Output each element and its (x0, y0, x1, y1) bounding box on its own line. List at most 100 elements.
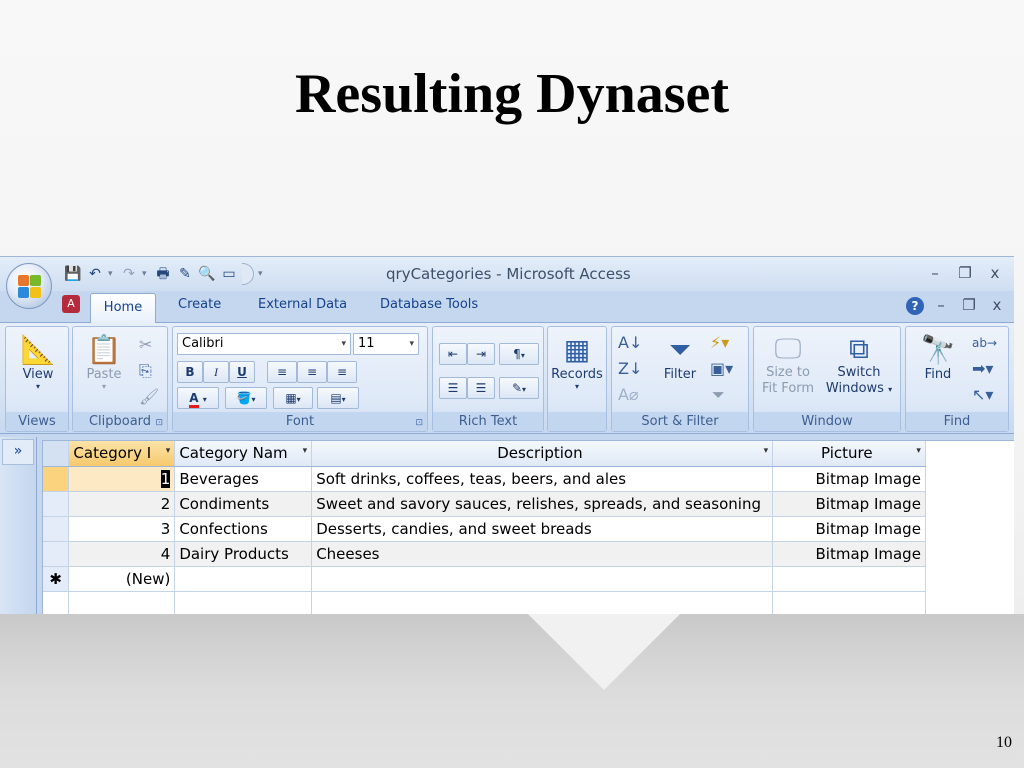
column-dropdown-icon[interactable]: ▾ (303, 446, 308, 456)
column-dropdown-icon[interactable]: ▾ (166, 446, 171, 456)
table-row[interactable]: 3 Confections Desserts, candies, and swe… (43, 516, 1014, 542)
cell-category-id[interactable]: 1 (68, 466, 176, 492)
fill-color-button[interactable]: 🪣▾ (225, 387, 267, 409)
restore-button[interactable]: ❐ (954, 263, 976, 283)
record-selector[interactable] (43, 491, 70, 517)
clipboard-launcher-icon[interactable]: ⊡ (155, 418, 163, 428)
font-color-button[interactable]: A ▾ (177, 387, 219, 409)
go-to-icon[interactable]: ➡▾ (972, 359, 993, 379)
doc-close-button[interactable]: x (986, 295, 1008, 315)
doc-minimize-button[interactable]: – (930, 295, 952, 315)
select-all-cell[interactable] (43, 441, 70, 467)
cell-picture[interactable]: Bitmap Image (772, 541, 926, 567)
cell-picture[interactable]: Bitmap Image (772, 516, 926, 542)
record-selector[interactable] (43, 466, 70, 492)
tab-database-tools[interactable]: Database Tools (380, 297, 478, 312)
sort-ascending-icon[interactable]: A↓ (618, 333, 642, 353)
column-dropdown-icon[interactable]: ▾ (764, 446, 769, 456)
table-row[interactable]: 2 Condiments Sweet and savory sauces, re… (43, 491, 1014, 517)
column-header-category-name[interactable]: Category Nam ▾ (174, 441, 313, 467)
cell-new-id[interactable]: (New) (68, 566, 176, 592)
increase-indent-button[interactable]: ⇥ (467, 343, 495, 365)
tab-home[interactable]: Home (90, 293, 156, 323)
cell-description[interactable]: Sweet and savory sauces, relishes, sprea… (311, 491, 774, 517)
sort-descending-icon[interactable]: Z↓ (618, 359, 642, 379)
cell-new-name[interactable] (174, 566, 313, 592)
find-button[interactable]: 🔭 Find (910, 333, 966, 382)
align-right-button[interactable]: ≡ (327, 361, 357, 383)
cell-category-id[interactable]: 4 (68, 541, 176, 567)
undo-icon[interactable]: ↶ (86, 265, 104, 283)
cell-new-picture[interactable] (772, 566, 926, 592)
new-icon[interactable]: ▭ (220, 265, 238, 283)
copy-icon[interactable]: ⎘ (139, 361, 152, 381)
highlight-button[interactable]: ✎▾ (499, 377, 539, 399)
toggle-filter-icon[interactable]: ⏷ (712, 385, 725, 405)
save-icon[interactable]: 💾 (64, 265, 82, 283)
advanced-filter-icon[interactable]: ▣▾ (710, 359, 733, 379)
cell-picture[interactable]: Bitmap Image (772, 466, 926, 492)
italic-button[interactable]: I (203, 361, 229, 383)
undo-dropdown-icon[interactable]: ▾ (108, 269, 116, 279)
record-selector[interactable] (43, 516, 70, 542)
record-selector[interactable] (43, 541, 70, 567)
clear-sort-icon[interactable]: A⌀ (618, 385, 639, 405)
cell-category-name[interactable]: Confections (174, 516, 313, 542)
selection-filter-icon[interactable]: ⚡▾ (710, 333, 729, 353)
filter-button[interactable]: ⏷ Filter (656, 333, 704, 382)
cell-description[interactable]: Soft drinks, coffees, teas, beers, and a… (311, 466, 774, 492)
column-dropdown-icon[interactable]: ▾ (916, 446, 921, 456)
expand-navigation-pane-button[interactable]: » (2, 439, 34, 465)
font-size-combo[interactable]: 11 ▾ (353, 333, 419, 355)
close-button[interactable]: x (984, 263, 1006, 283)
cell-category-id[interactable]: 2 (68, 491, 176, 517)
font-launcher-icon[interactable]: ⊡ (415, 418, 423, 428)
redo-dropdown-icon[interactable]: ▾ (142, 269, 150, 279)
column-header-picture[interactable]: Picture ▾ (772, 441, 926, 467)
cut-icon[interactable]: ✂ (139, 335, 152, 355)
view-button[interactable]: 📐 View ▾ (10, 333, 66, 391)
office-button[interactable] (6, 263, 52, 309)
numbering-button[interactable]: ☰ (439, 377, 467, 399)
cell-category-name[interactable]: Beverages (174, 466, 313, 492)
cell-description[interactable]: Desserts, candies, and sweet breads (311, 516, 774, 542)
switch-windows-button[interactable]: ⧉ Switch Windows ▾ (820, 333, 898, 398)
table-row[interactable]: 4 Dairy Products Cheeses Bitmap Image (43, 541, 1014, 567)
replace-icon[interactable]: ab→ (972, 333, 997, 353)
records-button[interactable]: ▦ Records ▾ (550, 333, 604, 391)
column-header-description[interactable]: Description ▾ (311, 441, 774, 467)
minimize-button[interactable]: – (924, 263, 946, 283)
tab-create[interactable]: Create (178, 297, 221, 312)
new-record-row[interactable]: ✱ (New) (43, 566, 1014, 592)
bullets-button[interactable]: ☰ (467, 377, 495, 399)
tab-external-data[interactable]: External Data (258, 297, 347, 312)
cell-new-description[interactable] (311, 566, 774, 592)
cell-category-id[interactable]: 3 (68, 516, 176, 542)
cell-category-name[interactable]: Condiments (174, 491, 313, 517)
align-left-button[interactable]: ≡ (267, 361, 297, 383)
underline-button[interactable]: U (229, 361, 255, 383)
alternate-fill-button[interactable]: ▤▾ (317, 387, 359, 409)
align-center-button[interactable]: ≡ (297, 361, 327, 383)
bold-button[interactable]: B (177, 361, 203, 383)
gridlines-button[interactable]: ▦▾ (273, 387, 313, 409)
decrease-indent-button[interactable]: ⇤ (439, 343, 467, 365)
cell-picture[interactable]: Bitmap Image (772, 491, 926, 517)
paragraph-direction-button[interactable]: ¶▾ (499, 343, 539, 365)
help-icon[interactable]: ? (906, 297, 924, 315)
customize-qat-icon[interactable]: ▾ (258, 269, 266, 279)
paste-button[interactable]: 📋 Paste ▾ (79, 333, 129, 391)
column-header-category-id[interactable]: Category I ▾ (68, 441, 176, 467)
cell-description[interactable]: Cheeses (311, 541, 774, 567)
doc-restore-button[interactable]: ❐ (958, 295, 980, 315)
format-painter-icon[interactable]: 🖌 (139, 387, 159, 407)
size-to-fit-form-button[interactable]: 🖵 Size to Fit Form (756, 333, 820, 397)
select-icon[interactable]: ↖▾ (972, 385, 993, 405)
print-icon[interactable]: 🖶 (154, 265, 172, 283)
design-icon[interactable]: ✎ (176, 265, 194, 283)
new-record-marker[interactable]: ✱ (43, 566, 70, 592)
cell-category-name[interactable]: Dairy Products (174, 541, 313, 567)
font-name-combo[interactable]: Calibri ▾ (177, 333, 351, 355)
print-preview-icon[interactable]: 🔍 (198, 265, 216, 283)
redo-icon[interactable]: ↷ (120, 265, 138, 283)
